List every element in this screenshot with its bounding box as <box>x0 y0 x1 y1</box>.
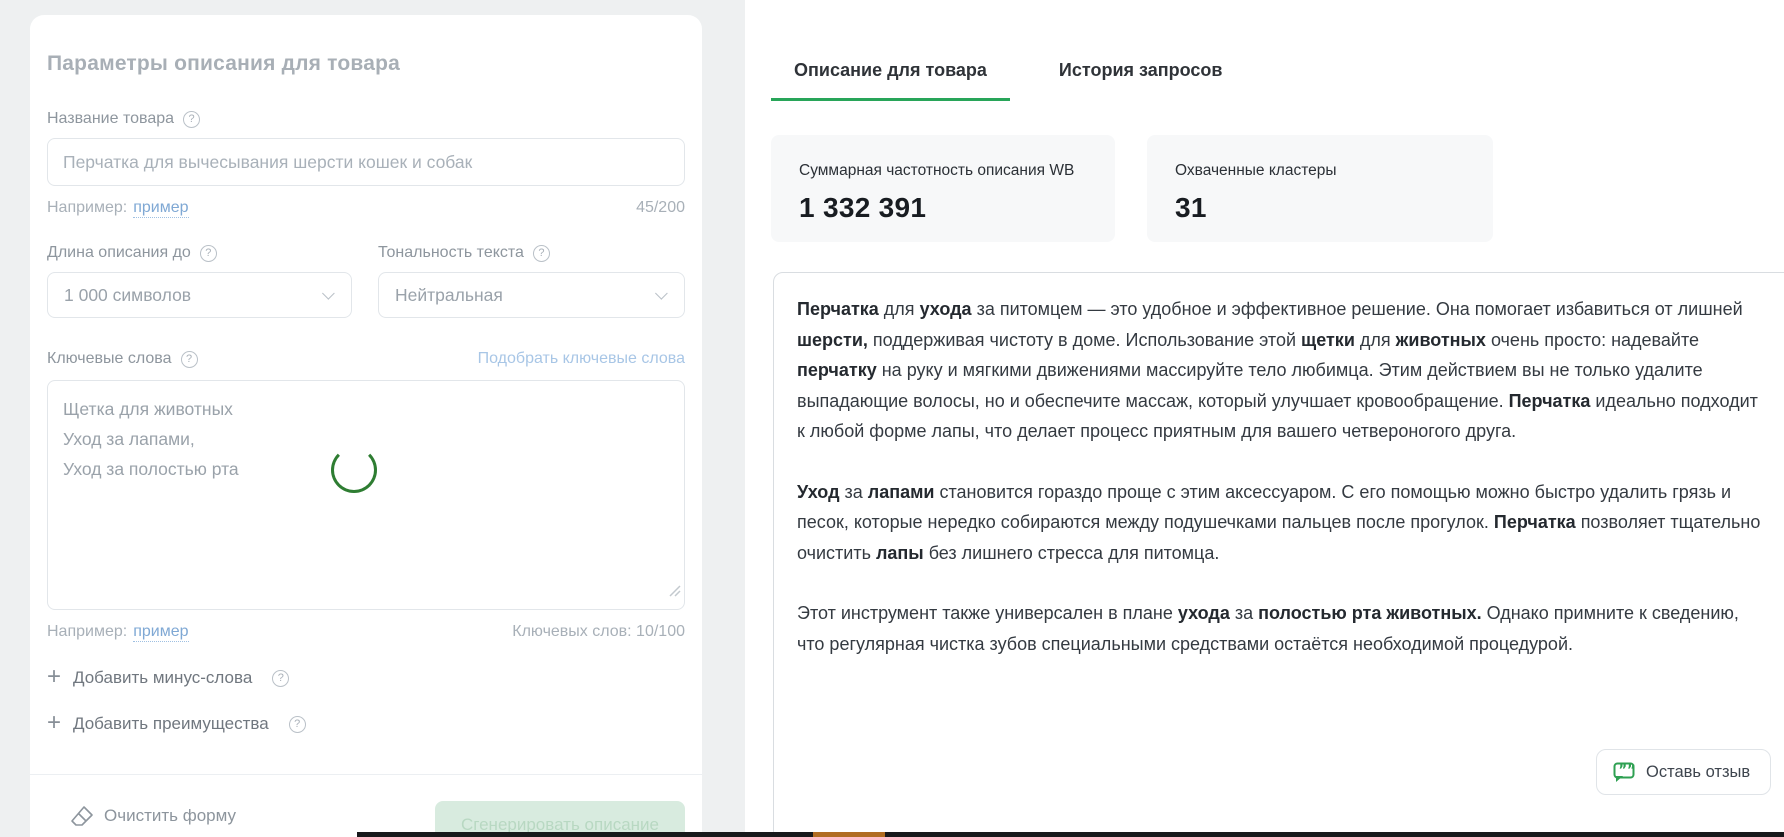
help-icon[interactable]: ? <box>533 245 550 262</box>
product-name-label: Название товара <box>47 110 174 128</box>
example-prefix: Например: <box>47 623 127 641</box>
tab-history[interactable]: История запросов <box>1036 60 1246 101</box>
leave-feedback-label: Оставь отзыв <box>1646 763 1750 782</box>
tone-select[interactable]: Нейтральная <box>378 272 685 318</box>
divider <box>30 774 702 775</box>
bottom-bar <box>357 832 1784 837</box>
add-minus-words-label: Добавить минус-слова <box>73 668 252 688</box>
result-tabs: Описание для товара История запросов <box>771 60 1784 101</box>
stat-card-frequency: Суммарная частотность описания WB 1 332 … <box>771 135 1115 242</box>
help-icon[interactable]: ? <box>181 351 198 368</box>
length-label: Длина описания до <box>47 244 191 262</box>
description-paragraph: Уход за лапами становится гораздо проще … <box>797 477 1761 569</box>
chevron-down-icon <box>655 287 668 300</box>
plus-icon: + <box>47 668 61 686</box>
stat-label: Суммарная частотность описания WB <box>799 162 1087 180</box>
app-viewport: Параметры описания для товара Название т… <box>0 0 1784 837</box>
description-paragraph: Этот инструмент также универсален в план… <box>797 598 1761 659</box>
keywords-counter: Ключевых слов: 10/100 <box>512 623 685 641</box>
add-advantages-button[interactable]: + Добавить преимущества ? <box>47 714 685 734</box>
add-minus-words-button[interactable]: + Добавить минус-слова ? <box>47 668 685 688</box>
description-paragraph: Перчатка для ухода за питомцем — это удо… <box>797 294 1761 447</box>
tab-description[interactable]: Описание для товара <box>771 60 1010 101</box>
stat-value: 31 <box>1175 192 1465 224</box>
example-prefix: Например: <box>47 199 127 217</box>
generated-description-box: Перчатка для ухода за питомцем — это удо… <box>773 272 1784 837</box>
add-advantages-label: Добавить преимущества <box>73 714 269 734</box>
bottom-bar-orange-segment <box>813 832 885 837</box>
stat-label: Охваченные кластеры <box>1175 162 1465 180</box>
eraser-icon <box>70 805 94 827</box>
result-panel: Описание для товара История запросов Сум… <box>745 0 1784 837</box>
help-icon[interactable]: ? <box>183 111 200 128</box>
example-link[interactable]: пример <box>133 623 188 642</box>
plus-icon: + <box>47 714 61 732</box>
resize-handle[interactable] <box>669 576 681 606</box>
stat-card-clusters: Охваченные кластеры 31 <box>1147 135 1493 242</box>
keyword-line: Щетка для животных <box>63 394 669 424</box>
help-icon[interactable]: ? <box>272 670 289 687</box>
keywords-textarea[interactable]: Щетка для животных Уход за лапами, Уход … <box>47 380 685 610</box>
tone-label: Тональность текста <box>378 244 524 262</box>
product-name-input[interactable] <box>47 138 685 186</box>
description-parameters-panel: Параметры описания для товара Название т… <box>30 15 702 837</box>
clear-form-label: Очистить форму <box>104 806 236 826</box>
stat-value: 1 332 391 <box>799 192 1087 224</box>
length-select[interactable]: 1 000 символов <box>47 272 352 318</box>
feedback-bubble-icon: ”” <box>1612 760 1636 784</box>
product-name-counter: 45/200 <box>636 199 685 217</box>
chevron-down-icon <box>322 287 335 300</box>
example-link[interactable]: пример <box>133 199 188 218</box>
help-icon[interactable]: ? <box>289 716 306 733</box>
length-select-value: 1 000 символов <box>64 285 191 306</box>
pick-keywords-link[interactable]: Подобрать ключевые слова <box>478 350 685 368</box>
svg-text:””: ”” <box>1619 764 1636 779</box>
loading-spinner-icon <box>331 447 377 493</box>
keywords-label: Ключевые слова <box>47 350 172 368</box>
clear-form-button[interactable]: Очистить форму <box>70 805 236 827</box>
help-icon[interactable]: ? <box>200 245 217 262</box>
leave-feedback-button[interactable]: ”” Оставь отзыв <box>1596 749 1771 795</box>
form-title: Параметры описания для товара <box>47 52 685 76</box>
tone-select-value: Нейтральная <box>395 285 503 306</box>
